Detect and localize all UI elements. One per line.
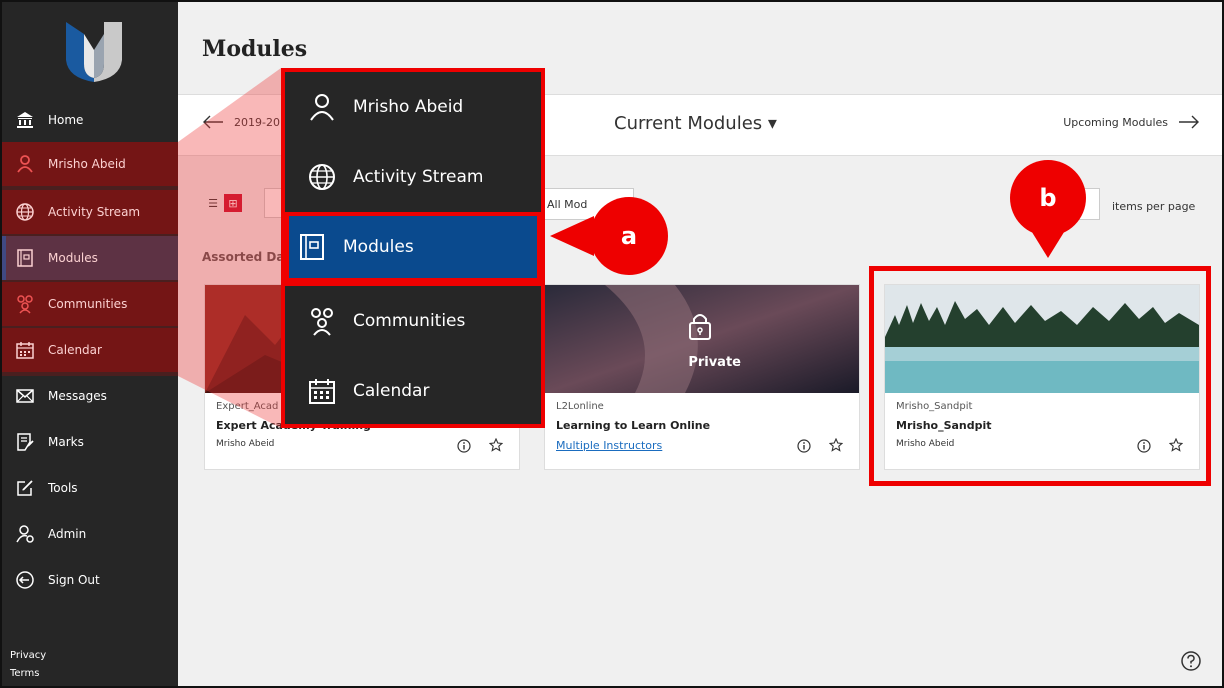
- module-title[interactable]: Learning to Learn Online: [556, 419, 710, 432]
- zoom-item-label: Modules: [343, 237, 414, 257]
- sidebar-item-label: Activity Stream: [48, 205, 141, 219]
- modules-icon: [14, 247, 36, 269]
- sidebar-item-communities[interactable]: Communities: [2, 282, 178, 326]
- zoom-item-calendar[interactable]: Calendar: [285, 356, 541, 426]
- module-id: L2Lonline: [556, 401, 604, 412]
- university-logo: [66, 22, 122, 82]
- previous-term-link[interactable]: 2019-20: [202, 115, 280, 129]
- sidebar-item-label: Home: [48, 113, 84, 127]
- globe-icon: [305, 160, 339, 194]
- zoom-item-label: Activity Stream: [353, 167, 484, 187]
- marks-icon: [14, 431, 36, 453]
- sidebar-item-calendar[interactable]: Calendar: [2, 328, 178, 372]
- privacy-link[interactable]: Privacy: [10, 650, 46, 661]
- sidebar-item-label: Calendar: [48, 343, 102, 357]
- instructors-link[interactable]: Multiple Instructors: [556, 439, 662, 452]
- help-icon[interactable]: [1180, 650, 1202, 672]
- next-term-link[interactable]: Upcoming Modules: [1063, 115, 1200, 129]
- sidebar-item-label: Modules: [48, 251, 98, 265]
- sidebar-item-home[interactable]: Home: [2, 98, 178, 142]
- zoom-item-label: Communities: [353, 311, 466, 331]
- sidebar-item-tools[interactable]: Tools: [2, 466, 178, 510]
- grid-view-icon[interactable]: ⊞: [224, 194, 242, 212]
- sidebar-item-label: Sign Out: [48, 573, 100, 587]
- zoom-item-profile[interactable]: Mrisho Abeid: [285, 72, 541, 142]
- star-icon[interactable]: [489, 438, 503, 452]
- admin-icon: [14, 523, 36, 545]
- lock-icon: [689, 314, 711, 340]
- sidebar-item-messages[interactable]: Messages: [2, 374, 178, 418]
- callout-a: a: [590, 197, 668, 275]
- section-title: Assorted Da: [202, 250, 285, 264]
- list-view-icon[interactable]: ☰: [204, 194, 222, 212]
- sidebar-item-label: Tools: [48, 481, 78, 495]
- zoomed-menu: Mrisho Abeid Activity Stream Modules Com…: [281, 68, 545, 428]
- screenshot-frame: Home Mrisho Abeid Activity Stream Module…: [0, 0, 1224, 688]
- sidebar-item-label: Marks: [48, 435, 84, 449]
- communities-icon: [14, 293, 36, 315]
- current-term-dropdown[interactable]: Current Modules ▾: [614, 113, 777, 134]
- sandpit-card-highlight: [869, 266, 1211, 486]
- page-title: Modules: [202, 36, 308, 62]
- tools-icon: [14, 477, 36, 499]
- sidebar-item-label: Messages: [48, 389, 107, 403]
- zoom-item-modules[interactable]: Modules: [285, 212, 541, 282]
- sidebar-item-modules[interactable]: Modules: [2, 236, 178, 280]
- modules-icon: [295, 230, 329, 264]
- previous-term-label: 2019-20: [234, 115, 280, 129]
- module-card[interactable]: Private L2Lonline Learning to Learn Onli…: [544, 284, 860, 470]
- sidebar-item-profile[interactable]: Mrisho Abeid: [2, 142, 178, 186]
- sidebar-item-label: Admin: [48, 527, 87, 541]
- sidebar-item-label: Mrisho Abeid: [48, 157, 126, 171]
- sign-out-icon: [14, 569, 36, 591]
- module-instructor: Mrisho Abeid: [216, 439, 275, 449]
- sidebar-item-sign-out[interactable]: Sign Out: [2, 558, 178, 602]
- next-term-label: Upcoming Modules: [1063, 115, 1168, 129]
- institution-icon: [14, 109, 36, 131]
- zoom-item-label: Calendar: [353, 381, 430, 401]
- zoom-item-label: Mrisho Abeid: [353, 97, 464, 117]
- calendar-icon: [14, 339, 36, 361]
- sidebar-item-marks[interactable]: Marks: [2, 420, 178, 464]
- user-icon: [14, 153, 36, 175]
- sidebar-item-admin[interactable]: Admin: [2, 512, 178, 556]
- sidebar-item-activity-stream[interactable]: Activity Stream: [2, 190, 178, 234]
- zoom-item-activity-stream[interactable]: Activity Stream: [285, 142, 541, 212]
- sidebar: Home Mrisho Abeid Activity Stream Module…: [2, 2, 178, 686]
- module-id: Expert_Acad: [216, 401, 279, 412]
- zoom-item-communities[interactable]: Communities: [285, 286, 541, 356]
- user-icon: [305, 90, 339, 124]
- arrow-left-icon: [203, 115, 223, 129]
- view-toggle: ☰ ⊞: [204, 194, 242, 212]
- envelope-icon: [14, 385, 36, 407]
- sidebar-item-label: Communities: [48, 297, 128, 311]
- callout-a-pointer: [550, 216, 594, 256]
- terms-link[interactable]: Terms: [10, 668, 39, 679]
- items-per-page-label: items per page: [1112, 200, 1196, 213]
- arrow-right-icon: [1179, 115, 1199, 129]
- callout-b: b: [1010, 160, 1086, 236]
- globe-icon: [14, 201, 36, 223]
- calendar-icon: [305, 374, 339, 408]
- star-icon[interactable]: [829, 438, 843, 452]
- info-icon[interactable]: [797, 439, 811, 453]
- communities-icon: [305, 304, 339, 338]
- private-label: Private: [688, 355, 741, 370]
- info-icon[interactable]: [457, 439, 471, 453]
